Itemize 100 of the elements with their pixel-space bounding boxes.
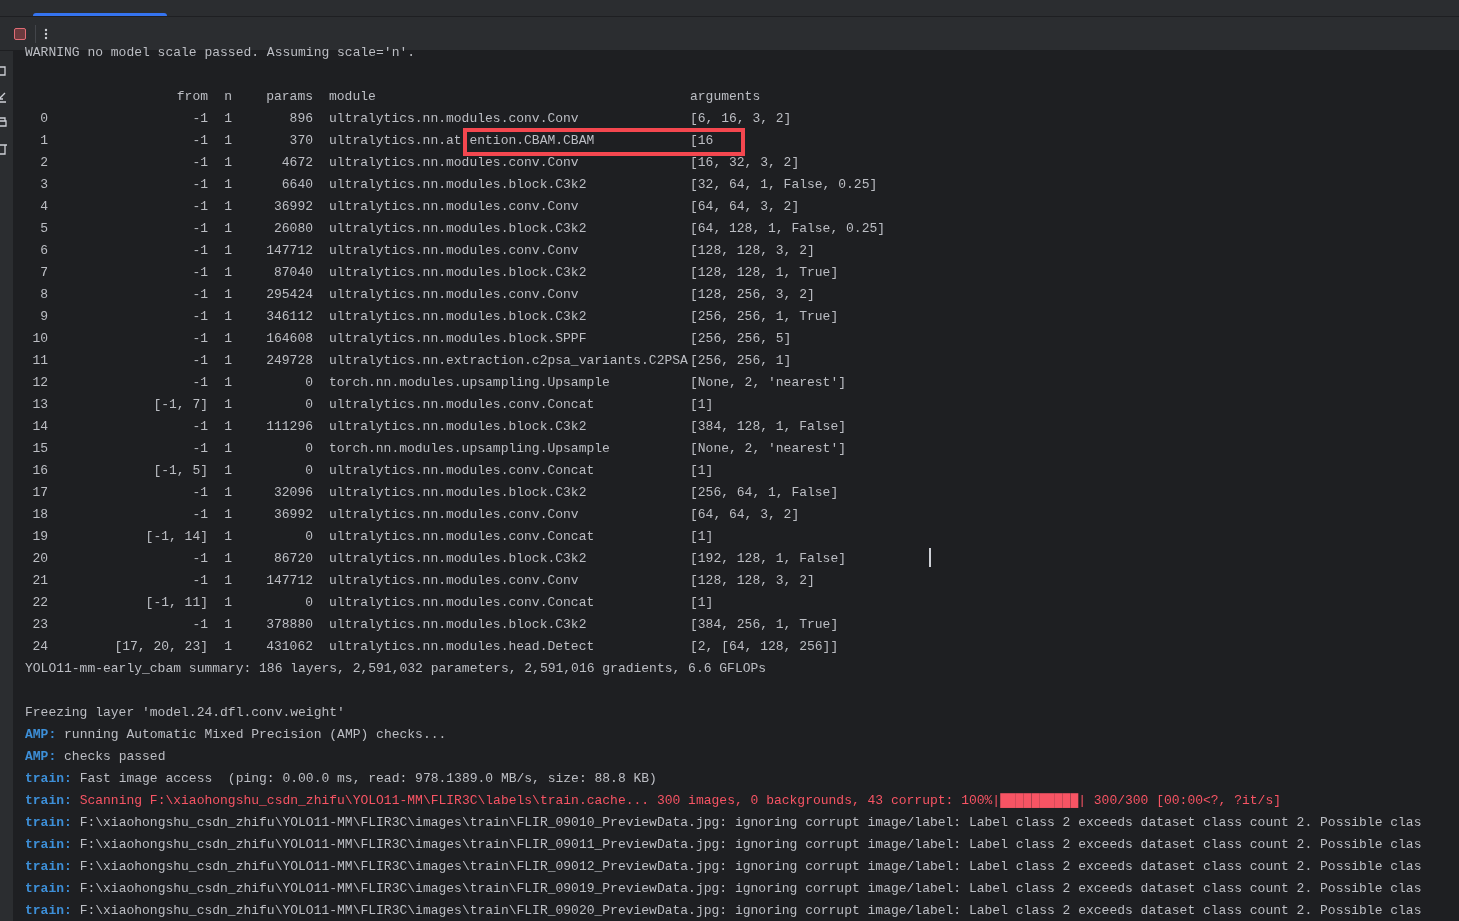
table-cell-text: 0 bbox=[305, 462, 313, 481]
warning-line: WARNING no model scale passed. Assuming scale='n'. bbox=[25, 44, 416, 63]
table-cell-text: 1 bbox=[224, 374, 232, 393]
layer-index: 23 bbox=[32, 616, 48, 635]
table-cell-text: ultralytics.nn.modules.conv.Conv bbox=[329, 154, 579, 173]
table-cell-text: 378880 bbox=[266, 616, 313, 635]
table-cell-text: -1 bbox=[192, 110, 208, 129]
table-cell-text: ultralytics.nn.modules.head.Detect bbox=[329, 638, 595, 657]
table-cell-text: [384, 128, 1, False] bbox=[690, 418, 847, 437]
table-cell-text: -1 bbox=[192, 198, 208, 217]
table-cell-text: ultralytics.nn.modules.block.C3k2 bbox=[329, 264, 587, 283]
table-cell-text: 1 bbox=[224, 330, 232, 349]
table-cell-text: ultralytics.nn.modules.block.C3k2 bbox=[329, 616, 587, 635]
log-line: running Automatic Mixed Precision (AMP) checks... bbox=[64, 726, 447, 745]
download-icon[interactable] bbox=[0, 91, 7, 103]
layer-index: 21 bbox=[32, 572, 48, 591]
table-cell-text: 1 bbox=[224, 594, 232, 613]
layer-index: 6 bbox=[40, 242, 48, 261]
log-line: Scanning F:\xiaohongshu_csdn_zhifu\YOLO11-MM\FLIR3C\labels\train.cache... 300 images, 0 backgrounds, 43 corrupt: 100%|██████████| 300/300 [00:00<?, ?it/s] bbox=[79, 792, 1282, 811]
table-cell-text: 1 bbox=[224, 396, 232, 415]
table-cell-text: -1 bbox=[192, 154, 208, 173]
table-cell-text: 1 bbox=[224, 308, 232, 327]
table-cell-text: -1 bbox=[192, 616, 208, 635]
table-cell-text: 1 bbox=[224, 264, 232, 283]
log-tag: train: bbox=[25, 901, 72, 921]
table-cell-text: -1 bbox=[192, 132, 208, 151]
table-cell-text: 1 bbox=[224, 484, 232, 503]
layer-index: 10 bbox=[32, 330, 48, 349]
layer-index: 16 bbox=[32, 462, 48, 481]
table-cell-text: 1 bbox=[224, 528, 232, 547]
table-cell-text: [256, 256, 1] bbox=[690, 352, 792, 371]
table-cell-text: 1 bbox=[224, 154, 232, 173]
table-cell-text: 6640 bbox=[281, 176, 313, 195]
text-cursor bbox=[929, 548, 931, 567]
log-tag: AMP: bbox=[25, 725, 57, 745]
table-cell-text: -1 bbox=[192, 220, 208, 239]
table-cell-text: [1] bbox=[690, 528, 714, 547]
log-tag: train: bbox=[25, 835, 72, 855]
table-cell-text: 896 bbox=[289, 110, 313, 129]
layer-index: 9 bbox=[40, 308, 48, 327]
table-cell-text: [128, 128, 1, True] bbox=[690, 264, 839, 283]
more-icon[interactable] bbox=[44, 27, 48, 40]
table-cell-text: ultralytics.nn.modules.block.C3k2 bbox=[329, 308, 587, 327]
table-cell-text: 86720 bbox=[274, 550, 313, 569]
log-line: F:\xiaohongshu_csdn_zhifu\YOLO11-MM\FLIR3C\images\train\FLIR_09011_PreviewData.jpg: ignoring corrupt image/label: Label class 2 exceeds dataset class count 2. Possible clas bbox=[79, 836, 1422, 855]
layer-index: 4 bbox=[40, 198, 48, 217]
table-cell-text: [-1, 5] bbox=[153, 462, 208, 481]
table-cell-text: -1 bbox=[192, 264, 208, 283]
table-cell-text: 1 bbox=[224, 616, 232, 635]
table-cell-text: -1 bbox=[192, 286, 208, 305]
log-line: YOLO11-mm-early_cbam summary: 186 layers, 2,591,032 parameters, 2,591,016 gradients, 6.6 GFLOPs bbox=[25, 660, 767, 679]
table-cell-text: 0 bbox=[305, 396, 313, 415]
table-cell-text: 1 bbox=[224, 198, 232, 217]
layer-index: 2 bbox=[40, 154, 48, 173]
layer-index: 24 bbox=[32, 638, 48, 657]
table-cell-text: 0 bbox=[305, 528, 313, 547]
table-cell-text: [-1, 14] bbox=[145, 528, 208, 547]
table-cell-text: [-1, 7] bbox=[153, 396, 208, 415]
table-cell-text: ultralytics.nn.modules.conv.Conv bbox=[329, 572, 579, 591]
layer-index: 18 bbox=[32, 506, 48, 525]
table-cell-text: 1 bbox=[224, 242, 232, 261]
table-cell-text: 295424 bbox=[266, 286, 313, 305]
layer-index: 11 bbox=[32, 352, 48, 371]
table-cell-text: -1 bbox=[192, 572, 208, 591]
table-cell-text: ultralytics.nn.at bbox=[329, 132, 462, 151]
table-cell-text: ultralytics.nn.modules.block.C3k2 bbox=[329, 176, 587, 195]
table-cell-text: 370 bbox=[289, 132, 313, 151]
column-header: n bbox=[224, 88, 232, 107]
table-cell-text: 1 bbox=[224, 176, 232, 195]
log-line: F:\xiaohongshu_csdn_zhifu\YOLO11-MM\FLIR3C\images\train\FLIR_09010_PreviewData.jpg: ignoring corrupt image/label: Label class 2 exceeds dataset class count 2. Possible clas bbox=[79, 814, 1422, 833]
table-cell-text: ultralytics.nn.modules.conv.Conv bbox=[329, 286, 579, 305]
table-cell-text: [128, 256, 3, 2] bbox=[690, 286, 815, 305]
table-cell-text: 1 bbox=[224, 462, 232, 481]
table-cell-text: -1 bbox=[192, 550, 208, 569]
table-cell-text: 1 bbox=[224, 572, 232, 591]
table-cell-text: ention.CBAM.CBAM bbox=[469, 132, 595, 151]
layer-index: 5 bbox=[40, 220, 48, 239]
table-cell-text: ultralytics.nn.modules.block.C3k2 bbox=[329, 418, 587, 437]
log-tag: train: bbox=[25, 769, 72, 789]
table-cell-text: 249728 bbox=[266, 352, 313, 371]
table-cell-text: ultralytics.nn.modules.conv.Conv bbox=[329, 242, 579, 261]
table-cell-text: [16 bbox=[690, 132, 714, 151]
layer-index: 0 bbox=[40, 110, 48, 129]
log-line: F:\xiaohongshu_csdn_zhifu\YOLO11-MM\FLIR3C\images\train\FLIR_09019_PreviewData.jpg: ignoring corrupt image/label: Label class 2 exceeds dataset class count 2. Possible clas bbox=[79, 880, 1422, 899]
column-header: from bbox=[176, 88, 208, 107]
table-cell-text: 36992 bbox=[274, 506, 313, 525]
table-cell-text: 26080 bbox=[274, 220, 313, 239]
layer-index: 1 bbox=[40, 132, 48, 151]
table-cell-text: [None, 2, 'nearest'] bbox=[690, 440, 847, 459]
table-cell-text: 147712 bbox=[266, 242, 313, 261]
table-cell-text: 147712 bbox=[266, 572, 313, 591]
table-cell-text: [-1, 11] bbox=[145, 594, 208, 613]
stop-button[interactable] bbox=[14, 27, 26, 40]
table-cell-text: ultralytics.nn.extraction.c2psa_variants.C2PSA bbox=[329, 352, 688, 371]
layer-index: 15 bbox=[32, 440, 48, 459]
layer-index: 8 bbox=[40, 286, 48, 305]
column-header: params bbox=[266, 88, 313, 107]
table-cell-text: 1 bbox=[224, 110, 232, 129]
table-cell-text: ultralytics.nn.modules.block.C3k2 bbox=[329, 484, 587, 503]
table-cell-text: [1] bbox=[690, 462, 714, 481]
